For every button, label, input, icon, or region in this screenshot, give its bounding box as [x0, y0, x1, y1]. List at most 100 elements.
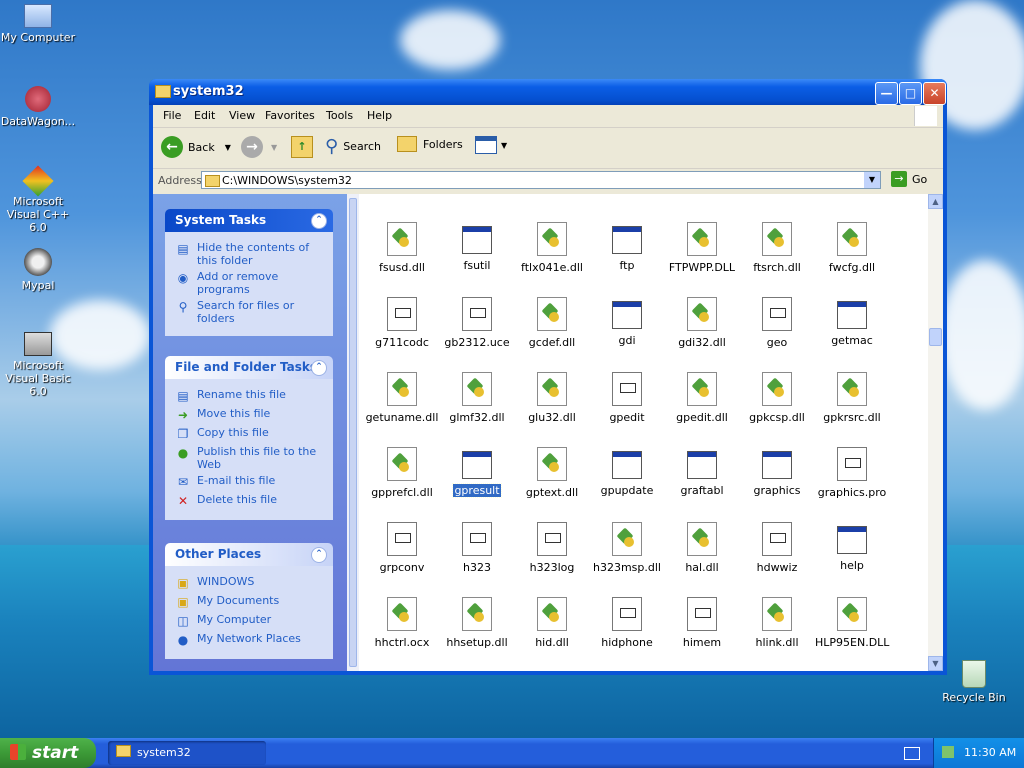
- menu-view[interactable]: View: [229, 109, 255, 122]
- address-input[interactable]: C:\WINDOWS\system32 ▼: [201, 171, 881, 189]
- scroll-thumb[interactable]: [929, 328, 942, 346]
- desktop-icon-datawagon[interactable]: DataWagon...: [0, 86, 78, 128]
- task-add-remove-programs[interactable]: ◉ Add or remove programs: [175, 270, 325, 296]
- file-item[interactable]: hhsetup.dll: [439, 597, 515, 649]
- file-item[interactable]: gdi: [589, 297, 665, 347]
- file-item[interactable]: hdwwiz: [739, 522, 815, 574]
- desktop-icon-mypal[interactable]: Mypal: [0, 248, 78, 292]
- file-item[interactable]: HLP95EN.DLL: [814, 597, 890, 649]
- file-item[interactable]: gpedit.dll: [664, 372, 740, 424]
- go-button[interactable]: → Go: [891, 171, 927, 187]
- address-dropdown-button[interactable]: ▼: [864, 172, 880, 188]
- file-item[interactable]: glu32.dll: [514, 372, 590, 424]
- file-item[interactable]: graphics.pro: [814, 447, 890, 499]
- file-item[interactable]: getuname.dll: [364, 372, 440, 424]
- title-bar[interactable]: system32 — □ ✕: [149, 79, 947, 105]
- file-item[interactable]: graftabl: [664, 447, 740, 497]
- search-button[interactable]: ⚲ Search: [325, 136, 381, 157]
- task-publish-web[interactable]: ● Publish this file to the Web: [175, 445, 325, 471]
- keyboard-icon[interactable]: [904, 747, 920, 760]
- menu-tools[interactable]: Tools: [326, 109, 353, 122]
- collapse-chevron-icon[interactable]: ⌃: [311, 213, 327, 229]
- clock[interactable]: 11:30 AM: [964, 746, 1016, 759]
- menu-help[interactable]: Help: [367, 109, 392, 122]
- other-places-header[interactable]: Other Places ⌃: [165, 543, 333, 566]
- desktop-icon-visual-basic[interactable]: Microsoft Visual Basic 6.0: [0, 332, 78, 398]
- back-button[interactable]: ← Back ▼: [161, 136, 231, 158]
- file-item[interactable]: fwcfg.dll: [814, 222, 890, 274]
- minimize-button[interactable]: —: [875, 82, 898, 105]
- file-item[interactable]: fsutil: [439, 222, 515, 272]
- address-folder-icon: [205, 175, 220, 187]
- file-item[interactable]: ftsrch.dll: [739, 222, 815, 274]
- file-item[interactable]: gpkcsp.dll: [739, 372, 815, 424]
- collapse-chevron-icon[interactable]: ⌃: [311, 547, 327, 563]
- file-item[interactable]: FTPWPP.DLL: [664, 222, 740, 274]
- task-hide-folder-contents[interactable]: ▤ Hide the contents of this folder: [175, 241, 325, 267]
- system-tasks-header[interactable]: System Tasks ⌃: [165, 209, 333, 232]
- task-pane-scroll-thumb[interactable]: [349, 198, 357, 667]
- place-my-network-places[interactable]: ● My Network Places: [175, 632, 325, 648]
- task-move-file[interactable]: ➜ Move this file: [175, 407, 325, 423]
- taskbar-item-system32[interactable]: system32: [108, 741, 266, 765]
- file-item[interactable]: h323: [439, 522, 515, 574]
- file-item[interactable]: h323log: [514, 522, 590, 574]
- file-item[interactable]: getmac: [814, 297, 890, 347]
- task-pane-scrollbar[interactable]: [347, 194, 359, 671]
- start-button[interactable]: start: [0, 738, 96, 768]
- file-item[interactable]: glmf32.dll: [439, 372, 515, 424]
- file-item[interactable]: gcdef.dll: [514, 297, 590, 349]
- file-item[interactable]: hal.dll: [664, 522, 740, 574]
- place-windows[interactable]: ▣ WINDOWS: [175, 575, 325, 591]
- file-item[interactable]: gptext.dll: [514, 447, 590, 499]
- dll-file-icon: [612, 522, 642, 556]
- desktop-icon-visual-cpp[interactable]: Microsoft Visual C++ 6.0: [0, 165, 78, 234]
- views-button[interactable]: ▼: [475, 136, 507, 154]
- file-item[interactable]: hlink.dll: [739, 597, 815, 649]
- file-item[interactable]: help: [814, 522, 890, 572]
- task-copy-file[interactable]: ❐ Copy this file: [175, 426, 325, 442]
- file-item[interactable]: gb2312.uce: [439, 297, 515, 349]
- folders-button[interactable]: Folders: [397, 136, 463, 152]
- file-item[interactable]: gpprefcl.dll: [364, 447, 440, 499]
- file-item[interactable]: gpresult: [439, 447, 515, 498]
- menu-edit[interactable]: Edit: [194, 109, 215, 122]
- task-rename-file[interactable]: ▤ Rename this file: [175, 388, 325, 404]
- windows-flag-icon: [10, 744, 26, 760]
- menu-favorites[interactable]: Favorites: [265, 109, 315, 122]
- up-folder-button[interactable]: ↑: [291, 136, 313, 158]
- file-folder-tasks-header[interactable]: File and Folder Tasks ⌃: [165, 356, 333, 379]
- file-item[interactable]: fsusd.dll: [364, 222, 440, 274]
- task-search-files[interactable]: ⚲ Search for files or folders: [175, 299, 325, 325]
- file-item[interactable]: himem: [664, 597, 740, 649]
- file-item[interactable]: g711codc: [364, 297, 440, 349]
- file-item[interactable]: gpkrsrc.dll: [814, 372, 890, 424]
- forward-button[interactable]: → ▼: [241, 136, 277, 158]
- file-item[interactable]: graphics: [739, 447, 815, 497]
- close-button[interactable]: ✕: [923, 82, 946, 105]
- menu-file[interactable]: File: [163, 109, 181, 122]
- file-item[interactable]: grpconv: [364, 522, 440, 574]
- place-my-documents[interactable]: ▣ My Documents: [175, 594, 325, 610]
- file-name: fsusd.dll: [379, 261, 425, 274]
- file-item[interactable]: h323msp.dll: [589, 522, 665, 574]
- collapse-chevron-icon[interactable]: ⌃: [311, 360, 327, 376]
- task-delete-file[interactable]: ✕ Delete this file: [175, 493, 325, 509]
- file-item[interactable]: ftp: [589, 222, 665, 272]
- file-list-scrollbar[interactable]: ▲ ▼: [928, 194, 943, 671]
- file-item[interactable]: hidphone: [589, 597, 665, 649]
- maximize-button[interactable]: □: [899, 82, 922, 105]
- file-item[interactable]: ftlx041e.dll: [514, 222, 590, 274]
- scroll-down-button[interactable]: ▼: [928, 656, 943, 671]
- file-item[interactable]: hhctrl.ocx: [364, 597, 440, 649]
- file-item[interactable]: geo: [739, 297, 815, 349]
- place-my-computer[interactable]: ◫ My Computer: [175, 613, 325, 629]
- scroll-up-button[interactable]: ▲: [928, 194, 943, 209]
- file-item[interactable]: hid.dll: [514, 597, 590, 649]
- file-item[interactable]: gdi32.dll: [664, 297, 740, 349]
- desktop-icon-my-computer[interactable]: My Computer: [0, 4, 78, 44]
- task-email-file[interactable]: ✉ E-mail this file: [175, 474, 325, 490]
- file-item[interactable]: gpupdate: [589, 447, 665, 497]
- network-tray-icon[interactable]: [942, 746, 954, 758]
- file-item[interactable]: gpedit: [589, 372, 665, 424]
